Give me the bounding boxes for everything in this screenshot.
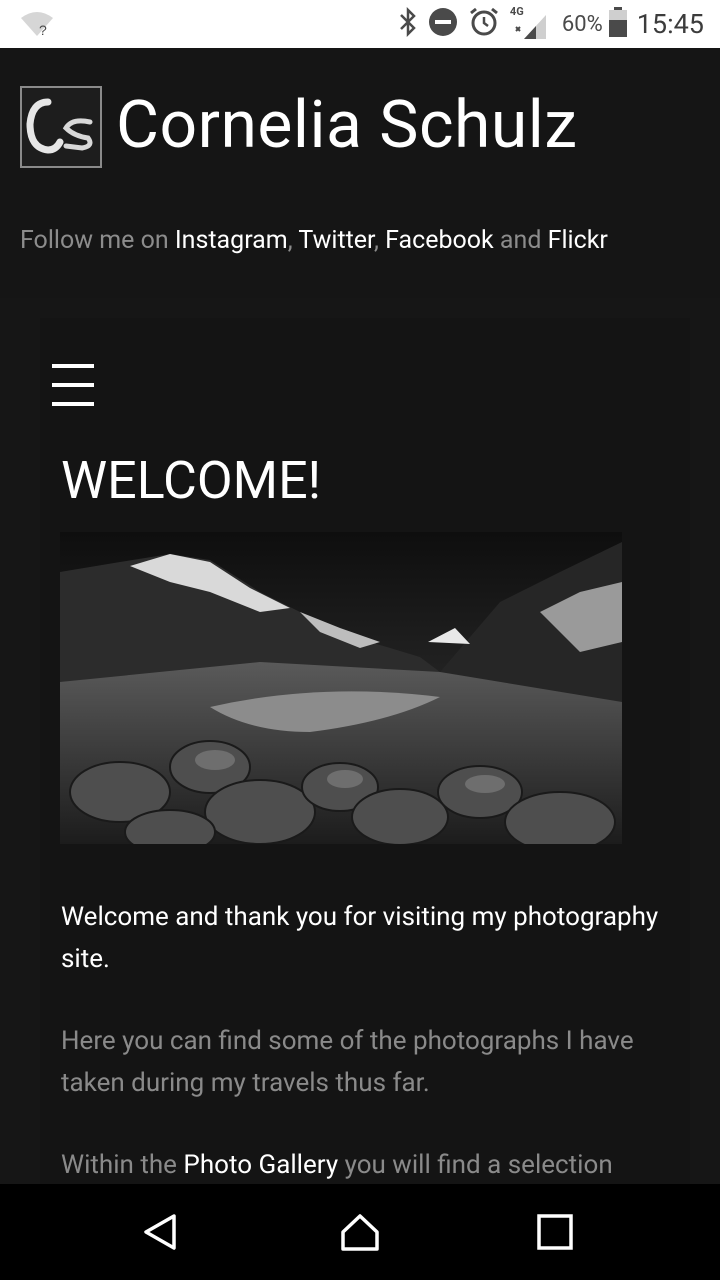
- hero-landscape-image: [60, 532, 622, 855]
- do-not-disturb-icon: [428, 7, 458, 41]
- gallery-text-prefix: Within the: [61, 1150, 184, 1180]
- page-heading: WELCOME!: [61, 450, 322, 511]
- battery-percent: 60%: [561, 11, 603, 37]
- recents-icon[interactable]: [535, 1212, 575, 1252]
- twitter-link[interactable]: Twitter: [298, 226, 374, 255]
- facebook-link[interactable]: Facebook: [385, 226, 494, 255]
- alarm-icon: [468, 6, 500, 42]
- battery-icon: [608, 7, 627, 41]
- site-logo[interactable]: [20, 86, 102, 168]
- site-header: Cornelia Schulz Follow me on Instagram, …: [0, 48, 720, 298]
- instagram-link[interactable]: Instagram: [175, 226, 288, 255]
- flickr-link[interactable]: Flickr: [548, 226, 608, 255]
- and-word: and: [493, 226, 548, 255]
- main-content: WELCOME! Welcome and thank you for visit…: [0, 298, 720, 1184]
- home-icon[interactable]: [340, 1212, 380, 1252]
- intro-paragraph: Welcome and thank you for visiting my ph…: [61, 902, 659, 974]
- back-icon[interactable]: [140, 1212, 180, 1252]
- gallery-paragraph: Within the Photo Gallery you will find a…: [61, 1144, 701, 1184]
- hamburger-menu-icon[interactable]: [52, 364, 96, 406]
- navigation-bar: [0, 1184, 720, 1280]
- description-paragraph: Here you can find some of the photograph…: [61, 1026, 634, 1098]
- bluetooth-icon: [398, 6, 418, 41]
- signal-icon: 4G: [510, 5, 552, 39]
- site-title[interactable]: Cornelia Schulz: [116, 86, 578, 166]
- separator: ,: [374, 226, 386, 255]
- separator: ,: [287, 226, 299, 255]
- svg-text:?: ?: [39, 22, 47, 38]
- clock-time: 15:45: [636, 8, 704, 40]
- follow-prefix: Follow me on: [20, 226, 175, 255]
- social-follow-line: Follow me on Instagram, Twitter, Faceboo…: [20, 226, 608, 255]
- wifi-unknown-icon: ?: [20, 10, 54, 42]
- gallery-text-suffix: you will find a selection: [338, 1150, 613, 1180]
- photo-gallery-link[interactable]: Photo Gallery: [183, 1150, 338, 1180]
- status-bar: ? 4G 60% 15:45: [0, 0, 720, 48]
